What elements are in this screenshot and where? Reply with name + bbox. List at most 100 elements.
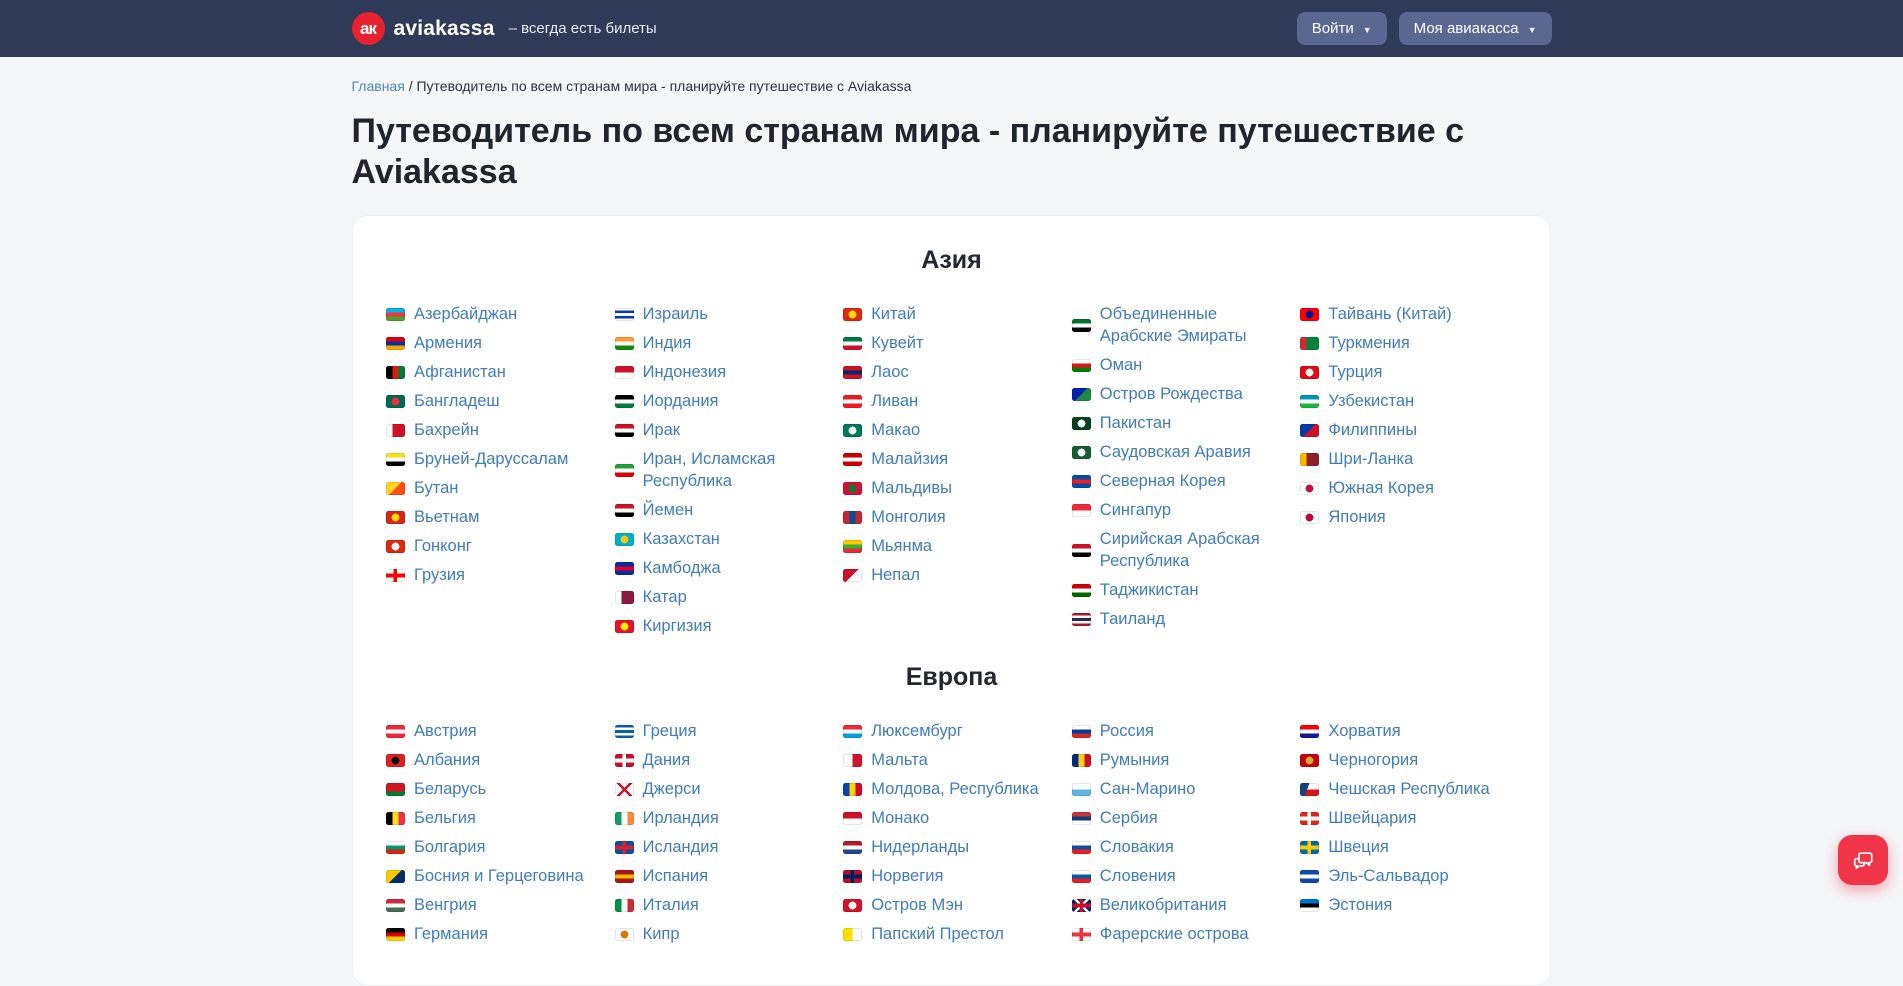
country-link[interactable]: Сербия: [1072, 807, 1158, 829]
chat-button[interactable]: [1838, 835, 1888, 885]
country-link[interactable]: Эль-Сальвадор: [1300, 865, 1448, 887]
country-link[interactable]: Словения: [1072, 865, 1176, 887]
country-link[interactable]: Малайзия: [843, 448, 948, 470]
flag-icon: [1300, 453, 1319, 466]
country-link[interactable]: Чешская Республика: [1300, 778, 1489, 800]
country-link[interactable]: Кипр: [615, 923, 680, 945]
country-link[interactable]: Бахрейн: [386, 419, 479, 441]
country-link[interactable]: Иордания: [615, 390, 719, 412]
country-link[interactable]: Беларусь: [386, 778, 486, 800]
country-link[interactable]: Китай: [843, 303, 916, 325]
country-link[interactable]: Ливан: [843, 390, 918, 412]
flag-icon: [843, 841, 862, 854]
country-link[interactable]: Греция: [615, 720, 697, 742]
country-link[interactable]: Израиль: [615, 303, 708, 325]
country-link[interactable]: Кувейт: [843, 332, 923, 354]
country-link[interactable]: Тайвань (Китай): [1300, 303, 1451, 325]
country-link[interactable]: Непал: [843, 564, 920, 586]
country-link[interactable]: Мьянма: [843, 535, 932, 557]
country-link[interactable]: Остров Рождества: [1072, 383, 1243, 405]
country-link[interactable]: Австрия: [386, 720, 477, 742]
country-link[interactable]: Северная Корея: [1072, 470, 1226, 492]
aviakassa-logo[interactable]: ак aviakassa – всегда есть билеты: [352, 12, 657, 45]
country-link[interactable]: Италия: [615, 894, 699, 916]
country-link[interactable]: Папский Престол: [843, 923, 1004, 945]
login-button[interactable]: Войти ▼: [1297, 12, 1387, 45]
country-link[interactable]: Гонконг: [386, 535, 472, 557]
country-link[interactable]: Объединенные Арабские Эмираты: [1072, 303, 1289, 347]
country-link[interactable]: Болгария: [386, 836, 485, 858]
flag-icon: [615, 395, 634, 408]
flag-icon: [1072, 870, 1091, 883]
country-link[interactable]: Филиппины: [1300, 419, 1417, 441]
country-link[interactable]: Германия: [386, 923, 488, 945]
flag-icon: [843, 453, 862, 466]
country-link[interactable]: Эстония: [1300, 894, 1392, 916]
country-link[interactable]: Макао: [843, 419, 920, 441]
country-link[interactable]: Исландия: [615, 836, 719, 858]
country-link[interactable]: Словакия: [1072, 836, 1174, 858]
country-link[interactable]: Монако: [843, 807, 929, 829]
country-link[interactable]: Япония: [1300, 506, 1385, 528]
country-link[interactable]: Азербайджан: [386, 303, 517, 325]
country-link[interactable]: Бельгия: [386, 807, 476, 829]
country-link[interactable]: Люксембург: [843, 720, 963, 742]
country-link[interactable]: Оман: [1072, 354, 1142, 376]
country-link[interactable]: Сан-Марино: [1072, 778, 1196, 800]
country-link[interactable]: Армения: [386, 332, 482, 354]
country-link[interactable]: Саудовская Аравия: [1072, 441, 1251, 463]
country-link[interactable]: Швейцария: [1300, 807, 1416, 829]
country-link[interactable]: Узбекистан: [1300, 390, 1414, 412]
country-link[interactable]: Таджикистан: [1072, 579, 1199, 601]
country-link[interactable]: Норвегия: [843, 865, 943, 887]
country-link[interactable]: Иран, Исламская Республика: [615, 448, 832, 492]
country-link[interactable]: Россия: [1072, 720, 1154, 742]
country-link[interactable]: Дания: [615, 749, 691, 771]
country-link[interactable]: Молдова, Республика: [843, 778, 1039, 800]
country-link[interactable]: Остров Мэн: [843, 894, 963, 916]
country-link[interactable]: Турция: [1300, 361, 1382, 383]
country-link[interactable]: Нидерланды: [843, 836, 969, 858]
flag-icon: [615, 725, 634, 738]
country-link[interactable]: Ирландия: [615, 807, 719, 829]
country-link[interactable]: Казахстан: [615, 528, 720, 550]
country-link[interactable]: Монголия: [843, 506, 945, 528]
country-link[interactable]: Бутан: [386, 477, 458, 499]
country-link[interactable]: Лаос: [843, 361, 908, 383]
country-link[interactable]: Джерси: [615, 778, 701, 800]
country-link[interactable]: Ирак: [615, 419, 680, 441]
country-link[interactable]: Венгрия: [386, 894, 477, 916]
country-link[interactable]: Индонезия: [615, 361, 726, 383]
country-link[interactable]: Пакистан: [1072, 412, 1171, 434]
country-link[interactable]: Бруней-Даруссалам: [386, 448, 568, 470]
country-link[interactable]: Катар: [615, 586, 687, 608]
country-link[interactable]: Шри-Ланка: [1300, 448, 1413, 470]
country-link[interactable]: Таиланд: [1072, 608, 1165, 630]
country-link[interactable]: Индия: [615, 332, 692, 354]
country-link[interactable]: Сингапур: [1072, 499, 1171, 521]
country-link[interactable]: Туркмения: [1300, 332, 1409, 354]
country-link[interactable]: Хорватия: [1300, 720, 1400, 742]
country-link[interactable]: Вьетнам: [386, 506, 479, 528]
country-link[interactable]: Фарерские острова: [1072, 923, 1249, 945]
country-link[interactable]: Испания: [615, 865, 708, 887]
country-link[interactable]: Йемен: [615, 499, 694, 521]
country-link[interactable]: Камбоджа: [615, 557, 721, 579]
country-link[interactable]: Босния и Герцеговина: [386, 865, 584, 887]
country-link[interactable]: Румыния: [1072, 749, 1170, 771]
flag-icon: [843, 308, 862, 321]
country-link[interactable]: Сирийская Арабская Республика: [1072, 528, 1289, 572]
country-link[interactable]: Бангладеш: [386, 390, 500, 412]
country-link[interactable]: Великобритания: [1072, 894, 1227, 916]
country-link[interactable]: Албания: [386, 749, 480, 771]
country-link[interactable]: Южная Корея: [1300, 477, 1434, 499]
country-link[interactable]: Черногория: [1300, 749, 1418, 771]
country-link[interactable]: Афганистан: [386, 361, 506, 383]
my-aviakassa-button[interactable]: Моя авиакасса ▼: [1399, 12, 1552, 45]
breadcrumb-home-link[interactable]: Главная: [352, 78, 405, 94]
country-link[interactable]: Киргизия: [615, 615, 712, 637]
country-link[interactable]: Грузия: [386, 564, 465, 586]
country-link[interactable]: Швеция: [1300, 836, 1388, 858]
country-link[interactable]: Мальта: [843, 749, 928, 771]
country-link[interactable]: Мальдивы: [843, 477, 952, 499]
